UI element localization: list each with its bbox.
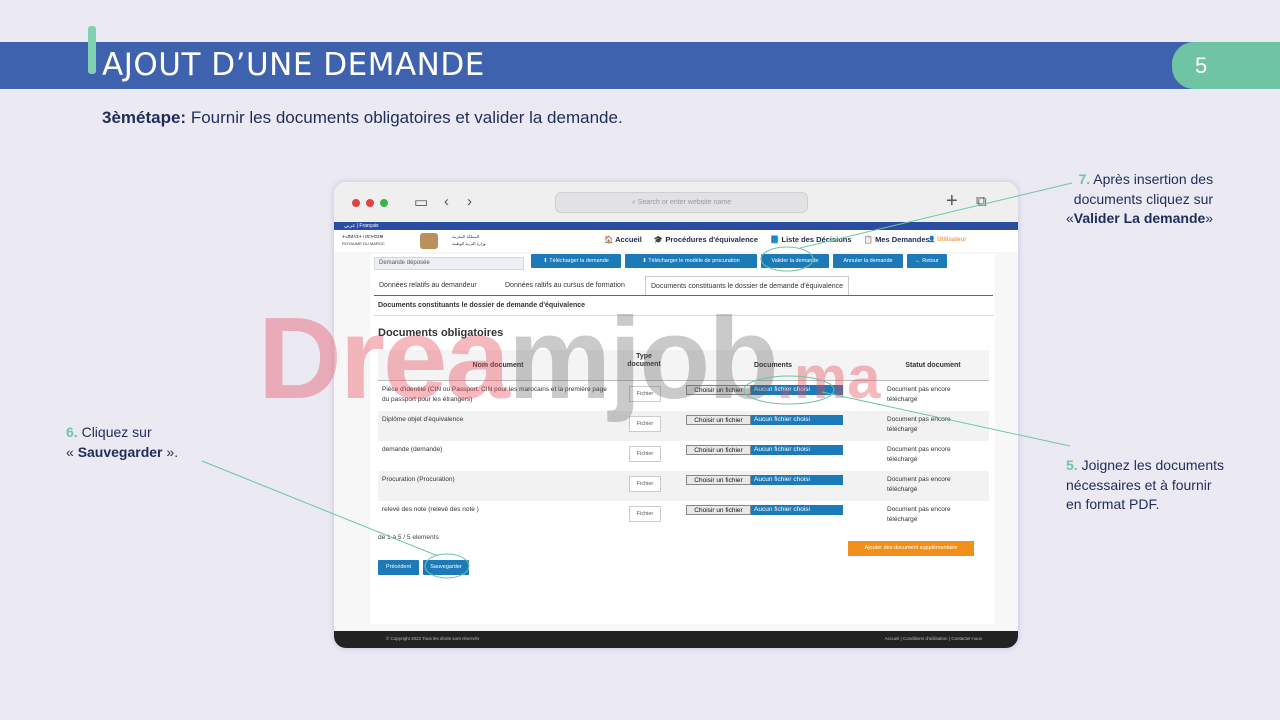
download-procuration-button[interactable]: ⬇ Télécharger le modèle de procuration (625, 254, 757, 268)
watermark: Dreamjob.ma (258, 300, 880, 436)
document-status: Document pas encore téléchargé (887, 476, 951, 493)
file-status: Aucun fichier choisi (751, 445, 843, 455)
document-name: relevé des note (relevé des note ) (382, 506, 479, 513)
choose-file-button[interactable]: Choisir un fichier (686, 475, 751, 485)
url-placeholder: Search or enter website name (637, 199, 732, 206)
note-6-line1: Cliquez sur (77, 424, 152, 440)
previous-button[interactable]: Précédent (378, 560, 419, 575)
save-button[interactable]: Sauvegarder (423, 560, 469, 575)
logo-left-line2: ROYAUME DU MAROC (342, 241, 385, 246)
coat-of-arms-icon (420, 233, 438, 249)
tabs-overview-icon[interactable]: ⧉ (976, 193, 987, 210)
note-7-open-quote: « (1066, 210, 1074, 226)
nav-mes-demandes[interactable]: 📋 Mes Demandes (864, 235, 930, 244)
note-7: 7. Après insertion des documents cliquez… (1066, 170, 1213, 229)
status-field: Demande déposée (374, 257, 524, 270)
document-status: Document pas encore téléchargé (887, 506, 951, 523)
page-number: 5 (1172, 42, 1280, 89)
note-5-line3: en format PDF. (1066, 496, 1160, 512)
note-7-number: 7. (1078, 171, 1091, 187)
note-7-close-quote: » (1205, 210, 1214, 226)
note-5-line2: nécessaires et à fournir (1066, 476, 1212, 493)
note-5-number: 5. (1066, 457, 1078, 473)
table-row: demande (demande) Fichier Choisir un fic… (378, 441, 989, 471)
note-6-close-quote: ». (162, 443, 179, 460)
file-input[interactable]: Choisir un fichier Aucun fichier choisi (686, 475, 843, 485)
maximize-dot[interactable] (380, 199, 388, 207)
note-6-number: 6. (66, 424, 78, 440)
main-nav: 🏠 Accueil 🎓 Procédures d'équivalence 📘 L… (604, 235, 940, 244)
step-instruction: 3èmétape: Fournir les documents obligato… (102, 108, 623, 128)
watermark-part3: .ma (777, 344, 881, 411)
add-document-button[interactable]: Ajouter des document supplémentaire (848, 541, 974, 556)
document-name: demande (demande) (382, 446, 443, 453)
nav-accueil[interactable]: 🏠 Accueil (604, 235, 642, 244)
new-tab-icon[interactable]: + (946, 190, 958, 213)
note-6: 6. Cliquez sur « Sauvegarder ». (66, 423, 178, 462)
note-5: 5. Joignez les documents nécessaires et … (1066, 456, 1224, 515)
note-7-bold: Valider La demande (1073, 210, 1206, 226)
type-fichier: Fichier (629, 506, 661, 522)
file-status: Aucun fichier choisi (751, 505, 843, 515)
back-icon[interactable]: ‹ (444, 193, 449, 210)
language-bar[interactable]: عربي | Français (334, 222, 1018, 230)
user-menu[interactable]: 👤 Utilisateur (928, 236, 966, 243)
watermark-part2: mjob (507, 293, 779, 423)
validate-request-button[interactable]: Valider la demande (761, 254, 829, 268)
note-5-line1: Joignez les documents (1077, 457, 1224, 473)
note-6-bold: Sauvegarder (77, 443, 163, 460)
choose-file-button[interactable]: Choisir un fichier (686, 505, 751, 515)
slide-title: AJOUT D’UNE DEMANDE (102, 47, 485, 83)
table-row: Procuration (Procuration) Fichier Choisi… (378, 471, 989, 501)
back-button[interactable]: ← Retour (907, 254, 947, 268)
sidebar-icon[interactable]: ▭ (414, 193, 428, 211)
note-7-line2: documents cliquez sur (1073, 190, 1214, 207)
document-status: Document pas encore téléchargé (887, 416, 951, 433)
choose-file-button[interactable]: Choisir un fichier (686, 445, 751, 455)
browser-toolbar: ▭ ‹ › ⌕ Search or enter website name + ⧉ (334, 182, 1018, 222)
site-navbar: ⵜⴰⴳⵍⴷⵉⵜ ⵏ ⵍⵎⵖⵔⵉⴱ ROYAUME DU MAROC المملك… (334, 230, 1018, 252)
cancel-request-button[interactable]: Annuler la demande (833, 254, 903, 268)
note-7-line1: Après insertion des (1090, 171, 1214, 187)
file-input[interactable]: Choisir un fichier Aucun fichier choisi (686, 445, 843, 455)
step-label: 3èmétape: (102, 108, 187, 127)
logo-right-line1: المملكة المغربية (452, 234, 479, 239)
type-fichier: Fichier (629, 476, 661, 492)
document-name: Procuration (Procuration) (382, 476, 455, 483)
download-request-button[interactable]: ⬇ Télécharger la demande (531, 254, 621, 268)
header-accent-mark (88, 26, 96, 74)
document-status: Document pas encore téléchargé (887, 386, 951, 403)
watermark-part1: Drea (258, 293, 510, 423)
minimize-dot[interactable] (366, 199, 374, 207)
footer-links[interactable]: Accueil | Conditions d'utilisation | Con… (885, 631, 982, 646)
step-text: Fournir les documents obligatoires et va… (186, 108, 623, 127)
type-fichier: Fichier (629, 446, 661, 462)
table-row: relevé des note (relevé des note ) Fichi… (378, 501, 989, 531)
note-6-open-quote: « (66, 443, 78, 460)
document-status: Document pas encore téléchargé (887, 446, 951, 463)
url-bar[interactable]: ⌕ Search or enter website name (555, 192, 808, 213)
nav-procedures[interactable]: 🎓 Procédures d'équivalence (654, 235, 758, 244)
site-footer: © Copyright 2022 Tous les droits sont ré… (334, 631, 1018, 648)
ministry-logo: ⵜⴰⴳⵍⴷⵉⵜ ⵏ ⵍⵎⵖⵔⵉⴱ ROYAUME DU MAROC المملك… (342, 232, 512, 250)
nav-decisions[interactable]: 📘 Liste des Décisions (770, 235, 851, 244)
forward-icon[interactable]: › (467, 193, 472, 210)
pagination-info: de 1 à 5 / 5 elements (378, 534, 439, 541)
close-dot[interactable] (352, 199, 360, 207)
logo-left-line1: ⵜⴰⴳⵍⴷⵉⵜ ⵏ ⵍⵎⵖⵔⵉⴱ (342, 234, 384, 239)
copyright-text: © Copyright 2022 Tous les droits sont ré… (386, 636, 480, 641)
logo-right-line2: وزارة التربية الوطنية (452, 241, 486, 246)
file-input[interactable]: Choisir un fichier Aucun fichier choisi (686, 505, 843, 515)
file-status: Aucun fichier choisi (751, 475, 843, 485)
